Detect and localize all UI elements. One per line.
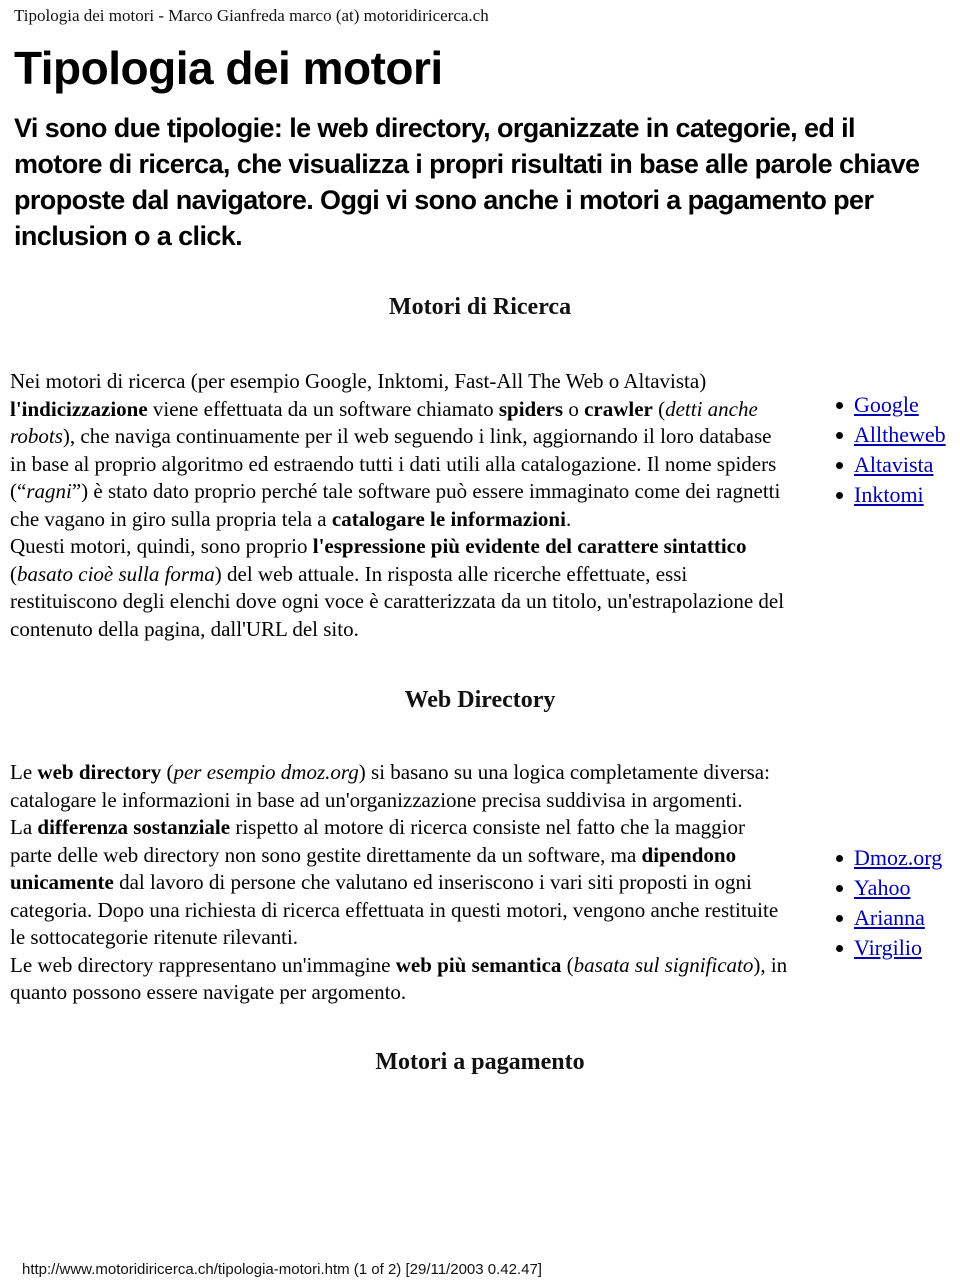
link-google[interactable]: Google [854,392,919,417]
list-item: Altavista [836,450,960,480]
link-inktomi[interactable]: Inktomi [854,482,924,507]
print-header-title: Tipologia dei motori - Marco Gianfreda m… [14,6,489,25]
list-item: Dmoz.org [836,843,960,873]
link-list-motori-di-ricerca: Google Alltheweb Altavista Inktomi [828,390,960,510]
link-arianna[interactable]: Arianna [854,905,925,930]
link-dmoz-org[interactable]: Dmoz.org [854,845,942,870]
section-heading-motori-a-pagamento: Motori a pagamento [375,1048,585,1075]
link-altavista[interactable]: Altavista [854,452,933,477]
page-title: Tipologia dei motori [14,42,443,94]
link-list-web-directory: Dmoz.org Yahoo Arianna Virgilio [828,843,960,963]
link-alltheweb[interactable]: Alltheweb [854,422,946,447]
list-item: Yahoo [836,873,960,903]
list-item: Arianna [836,903,960,933]
text-column-motori: Nei motori di ricerca (per esempio Googl… [0,322,790,643]
link-yahoo[interactable]: Yahoo [854,875,910,900]
print-footer-url: http://www.motoridiricerca.ch/tipologia-… [22,1261,542,1278]
paragraph-directory-2: La differenza sostanziale rispetto al mo… [10,815,779,949]
list-item: Virgilio [836,933,960,963]
list-item: Inktomi [836,480,960,510]
section-heading-web-directory: Web Directory [404,687,556,713]
section-body-motori-di-ricerca: Nei motori di ricerca (per esempio Googl… [0,322,960,643]
document-page: Tipologia dei motori Vi sono due tipolog… [0,40,960,1077]
paragraph-directory-3: Le web directory rappresentano un'immagi… [10,952,788,1005]
section-body-web-directory: Le web directory (per esempio dmoz.org) … [0,715,960,1007]
intro-paragraph: Vi sono due tipologie: le web directory,… [14,113,920,251]
paragraph-motori-2: Questi motori, quindi, sono proprio l'es… [10,534,785,641]
text-column-directory: Le web directory (per esempio dmoz.org) … [0,715,790,1007]
section-heading-motori-di-ricerca: Motori di Ricerca [388,294,572,320]
list-item: Google [836,390,960,420]
paragraph-motori-1: Nei motori di ricerca (per esempio Googl… [10,369,781,531]
link-virgilio[interactable]: Virgilio [854,935,922,960]
paragraph-directory-1: Le web directory (per esempio dmoz.org) … [10,760,770,812]
list-item: Alltheweb [836,420,960,450]
